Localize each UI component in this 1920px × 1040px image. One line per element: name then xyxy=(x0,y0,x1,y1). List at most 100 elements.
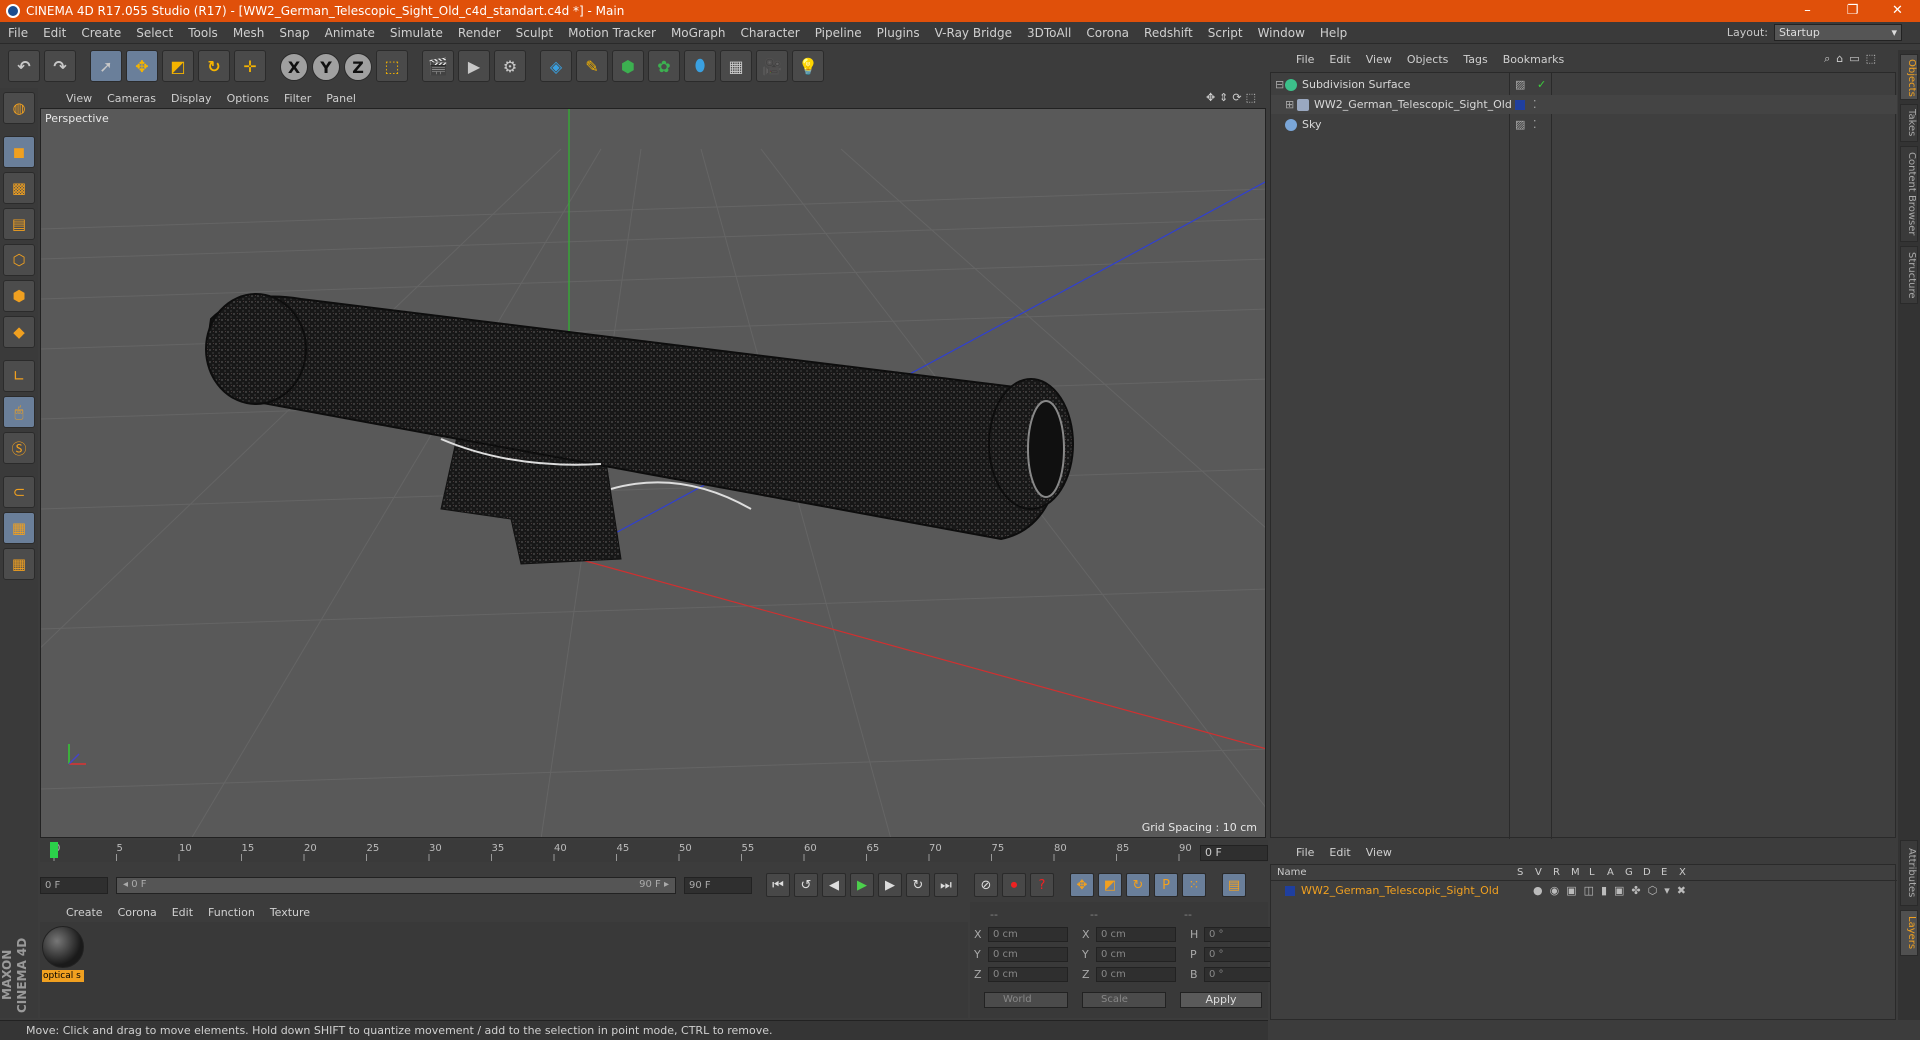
menu-character[interactable]: Character xyxy=(740,26,799,40)
light-icon[interactable]: 💡 xyxy=(792,50,824,82)
menu-render[interactable]: Render xyxy=(458,26,501,40)
undo-icon[interactable]: ↶ xyxy=(8,50,40,82)
menu-sculpt[interactable]: Sculpt xyxy=(516,26,553,40)
tab-structure[interactable]: Structure xyxy=(1900,246,1918,304)
redo-icon[interactable]: ↷ xyxy=(44,50,76,82)
menu-vray-bridge[interactable]: V-Ray Bridge xyxy=(935,26,1012,40)
layer-name[interactable]: WW2_German_Telescopic_Sight_Old xyxy=(1301,884,1533,897)
workplane-mode-icon[interactable]: ▤ xyxy=(3,208,35,240)
viewport-menu-view[interactable]: View xyxy=(66,92,92,105)
viewport-menu-options[interactable]: Options xyxy=(227,92,269,105)
apply-button[interactable]: Apply xyxy=(1180,992,1262,1008)
texture-tag-icon[interactable]: ▨ xyxy=(1515,118,1525,131)
menu-mograph[interactable]: MoGraph xyxy=(671,26,726,40)
record-active-icon[interactable]: ⊘ xyxy=(974,873,998,897)
model-mode-icon[interactable]: ◼ xyxy=(3,136,35,168)
om-menu-file[interactable]: File xyxy=(1296,53,1314,66)
menu-script[interactable]: Script xyxy=(1208,26,1243,40)
tab-layers[interactable]: Layers xyxy=(1900,910,1918,956)
solo-mode-icon[interactable]: Ⓢ xyxy=(3,432,35,464)
object-row-sky[interactable]: Sky ▨ ⁚ xyxy=(1271,115,1897,134)
material-menu-corona[interactable]: Corona xyxy=(118,906,157,919)
polygons-mode-icon[interactable]: ◆ xyxy=(3,316,35,348)
edit-render-settings-icon[interactable]: ⚙ xyxy=(494,50,526,82)
layer-color-swatch[interactable] xyxy=(1515,99,1525,110)
go-to-end-icon[interactable]: ⏭ xyxy=(934,873,958,897)
visibility-dots-icon[interactable]: ⁚ xyxy=(1533,98,1537,111)
pos-y-field[interactable]: 0 cm xyxy=(988,946,1068,962)
material-name-label[interactable]: optical s xyxy=(42,970,84,982)
viewport-navigation-icons[interactable]: ✥⇕⟳⬚ xyxy=(1206,91,1260,104)
maximize-button[interactable]: ❐ xyxy=(1830,0,1875,22)
playhead[interactable] xyxy=(50,842,58,858)
layer-row[interactable]: WW2_German_Telescopic_Sight_Old ●◉▣◫▮▣✤⬡… xyxy=(1271,882,1897,899)
snap-magnet-icon[interactable]: ⊂ xyxy=(3,476,35,508)
menu-mesh[interactable]: Mesh xyxy=(233,26,265,40)
cube-object-icon[interactable]: ◈ xyxy=(540,50,572,82)
render-picture-viewer-icon[interactable]: ▶ xyxy=(458,50,490,82)
viewport-camera-label[interactable]: Perspective xyxy=(45,112,109,125)
material-menu-create[interactable]: Create xyxy=(66,906,103,919)
z-axis-lock-icon[interactable]: Z xyxy=(344,53,372,81)
start-frame-field[interactable]: 0 F xyxy=(40,876,108,894)
material-preview-ball[interactable] xyxy=(42,926,84,968)
coordinate-system-icon[interactable]: ⬚ xyxy=(376,50,408,82)
floor-object-icon[interactable]: ▦ xyxy=(720,50,752,82)
close-button[interactable]: ✕ xyxy=(1875,0,1920,22)
pos-z-field[interactable]: 0 cm xyxy=(988,966,1068,982)
menu-snap[interactable]: Snap xyxy=(279,26,309,40)
expand-toggle-icon[interactable]: ⊟ xyxy=(1271,78,1285,91)
om-menu-view[interactable]: View xyxy=(1366,53,1392,66)
recent-tools-icon[interactable]: ✛ xyxy=(234,50,266,82)
preview-range-slider[interactable]: ◂ 0 F 90 F ▸ xyxy=(116,876,676,894)
om-menu-tags[interactable]: Tags xyxy=(1463,53,1487,66)
record-point-level-icon[interactable]: ⁙ xyxy=(1182,873,1206,897)
om-menu-bookmarks[interactable]: Bookmarks xyxy=(1503,53,1564,66)
planar-workplane-icon[interactable]: ▦ xyxy=(3,548,35,580)
menu-tools[interactable]: Tools xyxy=(188,26,218,40)
size-x-field[interactable]: 0 cm xyxy=(1096,926,1176,942)
rotate-tool-icon[interactable]: ↻ xyxy=(198,50,230,82)
size-y-field[interactable]: 0 cm xyxy=(1096,946,1176,962)
scale-tool-icon[interactable]: ◩ xyxy=(162,50,194,82)
om-search-home-icons[interactable]: ⌕⌂▭⬚ xyxy=(1824,52,1882,66)
viewport-menu-cameras[interactable]: Cameras xyxy=(107,92,156,105)
make-editable-icon[interactable]: ◍ xyxy=(3,92,35,124)
move-tool-icon[interactable]: ✥ xyxy=(126,50,158,82)
visibility-dots-icon[interactable]: ▨ xyxy=(1515,78,1525,91)
tweak-mode-icon[interactable]: 🖱 xyxy=(3,396,35,428)
end-frame-field[interactable]: 90 F xyxy=(684,876,752,894)
menu-plugins[interactable]: Plugins xyxy=(877,26,920,40)
menu-animate[interactable]: Animate xyxy=(325,26,375,40)
menu-simulate[interactable]: Simulate xyxy=(390,26,443,40)
menu-3dtoall[interactable]: 3DToAll xyxy=(1027,26,1071,40)
om-menu-objects[interactable]: Objects xyxy=(1407,53,1449,66)
visibility-dots-icon[interactable]: ⁚ xyxy=(1533,118,1537,131)
record-scale-icon[interactable]: ◩ xyxy=(1098,873,1122,897)
om-menu-edit[interactable]: Edit xyxy=(1329,53,1350,66)
texture-mode-icon[interactable]: ▩ xyxy=(3,172,35,204)
size-z-field[interactable]: 0 cm xyxy=(1096,966,1176,982)
current-frame-field[interactable]: 0 F xyxy=(1200,845,1268,861)
tab-content-browser[interactable]: Content Browser xyxy=(1900,146,1918,242)
points-mode-icon[interactable]: ⬡ xyxy=(3,244,35,276)
autokey-icon[interactable]: ⏺ xyxy=(1002,873,1026,897)
material-menu-texture[interactable]: Texture xyxy=(270,906,310,919)
lm-menu-view[interactable]: View xyxy=(1366,846,1392,859)
menu-create[interactable]: Create xyxy=(81,26,121,40)
expand-toggle-icon[interactable]: ⊞ xyxy=(1271,98,1297,111)
lm-menu-edit[interactable]: Edit xyxy=(1329,846,1350,859)
edges-mode-icon[interactable]: ⬢ xyxy=(3,280,35,312)
lm-menu-file[interactable]: File xyxy=(1296,846,1314,859)
layer-color-swatch[interactable] xyxy=(1285,885,1295,896)
record-parameter-icon[interactable]: P xyxy=(1154,873,1178,897)
viewport-menu-filter[interactable]: Filter xyxy=(284,92,311,105)
previous-frame-icon[interactable]: ◀ xyxy=(822,873,846,897)
play-forward-icon[interactable]: ▶ xyxy=(850,873,874,897)
size-mode-dropdown[interactable]: Scale xyxy=(1082,992,1166,1008)
x-axis-lock-icon[interactable]: X xyxy=(280,53,308,81)
tab-takes[interactable]: Takes xyxy=(1900,104,1918,142)
array-generator-icon[interactable]: ✿ xyxy=(648,50,680,82)
menu-edit[interactable]: Edit xyxy=(43,26,66,40)
locked-workplane-icon[interactable]: ▦ xyxy=(3,512,35,544)
